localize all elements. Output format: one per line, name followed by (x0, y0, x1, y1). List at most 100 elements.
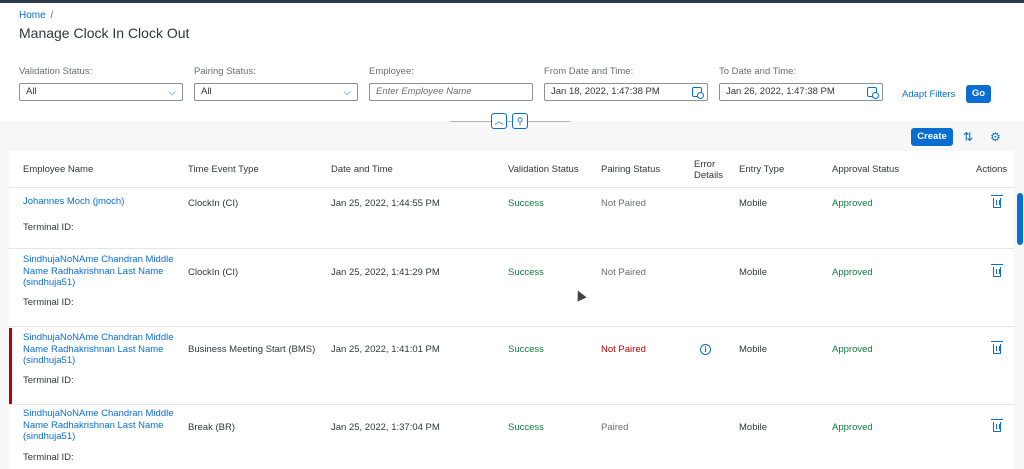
chevron-up-icon[interactable]: ︿ (491, 113, 507, 129)
employee-name-line: Name Radhakrishnan Last Name (23, 343, 164, 355)
column-validation-status[interactable]: Validation Status (508, 164, 579, 175)
breadcrumb: Home / (19, 10, 53, 21)
terminal-id-label: Terminal ID: (23, 375, 74, 386)
table-row[interactable]: SindhujaNoNAme Chandran Middle Name Radh… (9, 406, 1014, 469)
pairing-status-select[interactable]: All ⌵ (194, 83, 358, 101)
employee-name-line: Name Radhakrishnan Last Name (23, 419, 164, 431)
terminal-id-label: Terminal ID: (23, 297, 74, 308)
trash-icon[interactable] (991, 264, 1003, 277)
employee-name-link[interactable]: SindhujaNoNAme Chandran Middle Name Radh… (23, 332, 183, 367)
employee-placeholder: Enter Employee Name (376, 86, 472, 97)
breadcrumb-home-link[interactable]: Home (19, 10, 46, 21)
trash-icon[interactable] (991, 341, 1003, 354)
approval-status: Approved (832, 198, 873, 209)
gear-icon[interactable]: ⚙ (990, 130, 1001, 144)
time-event-type: Break (BR) (188, 422, 235, 433)
table-row[interactable]: SindhujaNoNAme Chandran Middle Name Radh… (9, 250, 1014, 327)
time-event-type: ClockIn (CI) (188, 198, 239, 209)
entry-type: Mobile (739, 422, 767, 433)
chevron-down-icon[interactable]: ⌵ (168, 85, 176, 101)
employee-name-link[interactable]: Johannes Moch (jmoch) (23, 196, 183, 208)
error-row-marker (9, 328, 12, 404)
date-time: Jan 25, 2022, 1:44:55 PM (331, 198, 440, 209)
go-button[interactable]: Go (966, 85, 991, 103)
vertical-scrollbar[interactable] (1017, 193, 1023, 245)
column-actions: Actions (976, 164, 1008, 175)
column-date-time[interactable]: Date and Time (331, 164, 393, 175)
column-entry-type[interactable]: Entry Type (739, 164, 784, 175)
from-date-label: From Date and Time: (544, 66, 634, 77)
approval-status: Approved (832, 422, 873, 433)
validation-status: Success (508, 344, 544, 355)
time-event-type: ClockIn (CI) (188, 267, 239, 278)
pairing-status-value: All (201, 86, 212, 97)
pin-icon[interactable]: ⚲ (512, 113, 528, 129)
employee-name-line: (sindhuja51) (23, 355, 76, 366)
employee-name-line: (sindhuja51) (23, 277, 76, 288)
entry-type: Mobile (739, 198, 767, 209)
employee-name-line: SindhujaNoNAme Chandran Middle (23, 408, 174, 419)
calendar-icon[interactable] (867, 87, 879, 99)
column-error-line2: Details (694, 170, 724, 181)
approval-status: Approved (832, 267, 873, 278)
employee-name-line: SindhujaNoNAme Chandran Middle (23, 254, 174, 265)
validation-status: Success (508, 198, 544, 209)
employee-label: Employee: (369, 66, 414, 77)
pairing-status: Paired (601, 422, 629, 433)
column-pairing-status[interactable]: Pairing Status (601, 164, 660, 175)
header-divider (450, 121, 570, 122)
clock-events-table: Employee Name Time Event Type Date and T… (9, 151, 1014, 469)
pairing-status: Not Paired (601, 267, 646, 278)
date-time: Jan 25, 2022, 1:37:04 PM (331, 422, 440, 433)
employee-name-link[interactable]: SindhujaNoNAme Chandran Middle Name Radh… (23, 408, 183, 443)
filter-validation-status: Validation Status: All ⌵ (19, 66, 183, 101)
table-row[interactable]: Johannes Moch (jmoch) Terminal ID: Clock… (9, 189, 1014, 249)
employee-name-line: SindhujaNoNAme Chandran Middle (23, 332, 174, 343)
terminal-id-label: Terminal ID: (23, 452, 74, 463)
to-date-value: Jan 26, 2022, 1:47:38 PM (726, 86, 835, 97)
validation-status-label: Validation Status: (19, 66, 93, 77)
info-icon[interactable]: i (700, 344, 711, 355)
validation-status-select[interactable]: All ⌵ (19, 83, 183, 101)
approval-status: Approved (832, 344, 873, 355)
calendar-icon[interactable] (692, 87, 704, 99)
filter-employee: Employee: Enter Employee Name (369, 66, 533, 101)
employee-name-line: Name Radhakrishnan Last Name (23, 265, 164, 277)
table-header: Employee Name Time Event Type Date and T… (9, 151, 1014, 188)
column-error-line1: Error (694, 159, 716, 170)
employee-input[interactable]: Enter Employee Name (369, 83, 533, 101)
filter-from-date: From Date and Time: Jan 18, 2022, 1:47:3… (544, 66, 708, 101)
chevron-down-icon[interactable]: ⌵ (343, 85, 351, 101)
page-header: Home / Manage Clock In Clock Out Validat… (0, 3, 1024, 121)
column-employee-name[interactable]: Employee Name (23, 164, 93, 175)
to-date-label: To Date and Time: (719, 66, 797, 77)
to-date-input[interactable]: Jan 26, 2022, 1:47:38 PM (719, 83, 883, 101)
time-event-type: Business Meeting Start (BMS) (188, 344, 316, 355)
filter-to-date: To Date and Time: Jan 26, 2022, 1:47:38 … (719, 66, 883, 101)
date-time: Jan 25, 2022, 1:41:01 PM (331, 344, 440, 355)
create-button[interactable]: Create (911, 128, 953, 146)
trash-icon[interactable] (991, 419, 1003, 432)
entry-type: Mobile (739, 344, 767, 355)
column-error-details[interactable]: Error Details (694, 159, 723, 181)
validation-status-value: All (26, 86, 37, 97)
column-approval-status[interactable]: Approval Status (832, 164, 899, 175)
pairing-status-label: Pairing Status: (194, 66, 256, 77)
table-row[interactable]: SindhujaNoNAme Chandran Middle Name Radh… (9, 328, 1014, 405)
page-title: Manage Clock In Clock Out (19, 25, 190, 41)
sort-icon[interactable]: ⇅ (963, 130, 973, 144)
pairing-status: Not Paired (601, 344, 646, 355)
validation-status: Success (508, 422, 544, 433)
entry-type: Mobile (739, 267, 767, 278)
adapt-filters-link[interactable]: Adapt Filters (902, 89, 955, 100)
column-time-event-type[interactable]: Time Event Type (188, 164, 259, 175)
from-date-value: Jan 18, 2022, 1:47:38 PM (551, 86, 660, 97)
employee-name-line: Johannes Moch (jmoch) (23, 196, 125, 207)
terminal-id-label: Terminal ID: (23, 222, 74, 233)
filter-pairing-status: Pairing Status: All ⌵ (194, 66, 358, 101)
validation-status: Success (508, 267, 544, 278)
date-time: Jan 25, 2022, 1:41:29 PM (331, 267, 440, 278)
employee-name-link[interactable]: SindhujaNoNAme Chandran Middle Name Radh… (23, 254, 183, 289)
from-date-input[interactable]: Jan 18, 2022, 1:47:38 PM (544, 83, 708, 101)
trash-icon[interactable] (991, 195, 1003, 208)
